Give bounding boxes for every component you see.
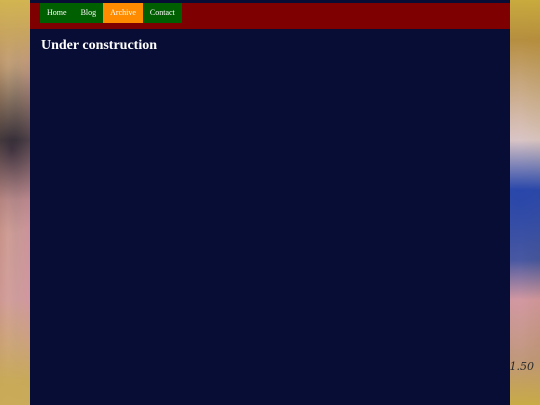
- header-bar: Home Blog Archive Contact: [30, 3, 510, 29]
- painting-signature: 1.50: [509, 360, 535, 373]
- main-nav: Home Blog Archive Contact: [40, 3, 182, 23]
- background-painting-right: [510, 0, 540, 405]
- nav-item-archive[interactable]: Archive: [103, 3, 143, 23]
- nav-item-home[interactable]: Home: [40, 3, 74, 23]
- nav-item-contact[interactable]: Contact: [142, 3, 182, 23]
- page-title: Under construction: [41, 38, 158, 53]
- nav-item-blog[interactable]: Blog: [73, 3, 104, 23]
- page-container: Home Blog Archive Contact Under construc…: [30, 0, 510, 405]
